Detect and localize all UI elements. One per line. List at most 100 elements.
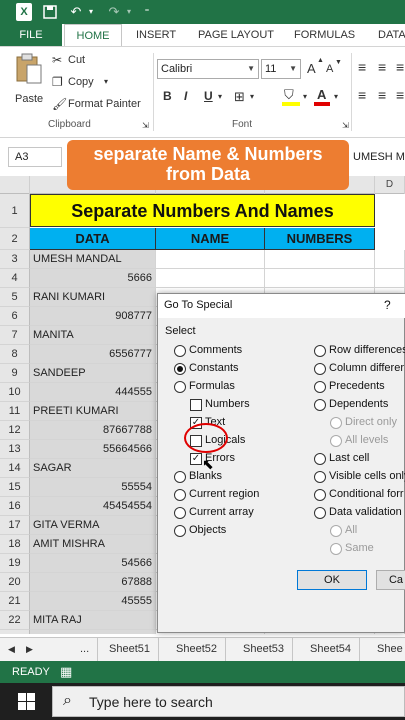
underline-button[interactable]: U [204, 89, 213, 103]
font-name-combo[interactable]: Calibri ▼ [157, 59, 259, 79]
sheet-title-cell[interactable]: Separate Numbers And Names [30, 194, 375, 227]
borders-dropdown-icon[interactable]: ▾ [250, 92, 254, 101]
align-center-icon[interactable]: ≡ [378, 87, 386, 103]
tab-formulas[interactable]: FORMULAS [288, 24, 361, 46]
radio-comments[interactable] [174, 345, 186, 357]
save-icon[interactable] [42, 3, 58, 21]
data-cell[interactable]: 67888 [30, 573, 156, 592]
checkbox-errors[interactable]: ✓ [190, 453, 202, 465]
borders-icon[interactable]: ⊞ [234, 89, 245, 105]
paste-button[interactable]: Paste [10, 53, 48, 111]
customize-toolbar-icon[interactable]: ⁼ [142, 3, 152, 21]
data-cell[interactable]: PREETI KUMARI [30, 402, 156, 421]
data-cell[interactable]: MANITA [30, 326, 156, 345]
redo-dropdown-icon[interactable]: ▾ [124, 3, 134, 21]
align-right-icon[interactable]: ≡ [396, 87, 404, 103]
format-painter-button[interactable]: 🖌 Format Painter [52, 97, 152, 115]
tab-data[interactable]: DATA [372, 24, 405, 46]
clipboard-launcher-icon[interactable]: ⇲ [142, 121, 149, 130]
row-header[interactable]: 16 [0, 497, 30, 516]
row-header[interactable]: 22 [0, 611, 30, 630]
row-header[interactable]: 4 [0, 269, 30, 288]
data-cell[interactable]: RANI KUMARI [30, 288, 156, 307]
radio-column-differer[interactable] [314, 363, 326, 375]
row-header[interactable]: 12 [0, 421, 30, 440]
font-size-combo[interactable]: 11 ▼ [261, 59, 301, 79]
align-left-icon[interactable]: ≡ [358, 87, 366, 103]
data-cell[interactable]: UMESH MANDAL [30, 250, 156, 269]
row-header[interactable]: 23 [0, 630, 30, 634]
sheet-tab-next[interactable]: Shee [369, 638, 405, 661]
italic-button[interactable]: I [184, 89, 187, 103]
data-cell[interactable]: 55554 [30, 478, 156, 497]
macro-record-icon[interactable]: ▦ [60, 661, 72, 683]
align-top-icon[interactable]: ≡ [358, 59, 366, 75]
formula-input[interactable]: UMESH M [348, 147, 405, 167]
data-cell[interactable]: 908777 [30, 307, 156, 326]
data-cell[interactable]: 6556777 [30, 345, 156, 364]
select-all-corner[interactable] [0, 176, 30, 194]
help-button[interactable]: ? [384, 298, 391, 312]
header-cell-name[interactable]: NAME [156, 228, 265, 250]
row-header[interactable]: 8 [0, 345, 30, 364]
numbers-cell[interactable] [265, 269, 375, 288]
row-header[interactable]: 14 [0, 459, 30, 478]
row-header[interactable]: 15 [0, 478, 30, 497]
undo-dropdown-icon[interactable]: ▾ [86, 3, 96, 21]
empty-cell[interactable] [375, 269, 405, 288]
cut-button[interactable]: ✂ Cut [52, 53, 152, 71]
name-cell[interactable] [156, 269, 265, 288]
radio-last-cell[interactable] [314, 453, 326, 465]
name-box[interactable]: A3 [8, 147, 62, 167]
sheet-tab-sheet53[interactable]: Sheet53 [235, 638, 293, 661]
copy-button[interactable]: ❐ Copy ▾ [52, 75, 152, 93]
row-header[interactable]: 20 [0, 573, 30, 592]
empty-cell[interactable] [375, 250, 405, 269]
radio-precedents[interactable] [314, 381, 326, 393]
header-cell-numbers[interactable]: NUMBERS [265, 228, 375, 250]
row-header[interactable]: 18 [0, 535, 30, 554]
row-header[interactable]: 5 [0, 288, 30, 307]
fill-color-button[interactable]: ⛉ [282, 87, 302, 107]
data-cell[interactable]: MITA RAJ [30, 611, 156, 630]
radio-blanks[interactable] [174, 471, 186, 483]
data-cell[interactable]: 87667788 [30, 421, 156, 440]
grow-font-button[interactable]: A [307, 61, 316, 76]
row-header[interactable]: 10 [0, 383, 30, 402]
scroll-right-icon[interactable]: ▶ [18, 638, 41, 661]
data-cell[interactable]: 54566 [30, 554, 156, 573]
row-header[interactable]: 19 [0, 554, 30, 573]
row-header[interactable]: 7 [0, 326, 30, 345]
radio-constants[interactable] [174, 363, 186, 375]
tab-home[interactable]: HOME [64, 24, 122, 46]
undo-icon[interactable]: ↶ [68, 3, 84, 21]
checkbox-numbers[interactable] [190, 399, 202, 411]
ok-button[interactable]: OK [297, 570, 367, 590]
font-color-button[interactable]: A [314, 87, 332, 107]
radio-current-array[interactable] [174, 507, 186, 519]
cancel-button[interactable]: Ca [376, 570, 405, 590]
row-header[interactable]: 13 [0, 440, 30, 459]
column-header-d[interactable]: D [375, 176, 405, 194]
font-launcher-icon[interactable]: ⇲ [342, 121, 349, 130]
header-cell-data[interactable]: DATA [30, 228, 156, 250]
data-cell[interactable]: AJIT [30, 630, 156, 634]
data-cell[interactable]: 5666 [30, 269, 156, 288]
radio-objects[interactable] [174, 525, 186, 537]
fill-dropdown-icon[interactable]: ▾ [303, 92, 307, 101]
redo-icon[interactable]: ↷ [106, 3, 122, 21]
row-header[interactable]: 3 [0, 250, 30, 269]
windows-start-icon[interactable] [18, 693, 35, 710]
radio-data-validation[interactable] [314, 507, 326, 519]
row-header[interactable]: 6 [0, 307, 30, 326]
data-cell[interactable]: GITA VERMA [30, 516, 156, 535]
data-cell[interactable]: 45454554 [30, 497, 156, 516]
underline-dropdown-icon[interactable]: ▾ [218, 92, 222, 101]
row-header[interactable]: 17 [0, 516, 30, 535]
tab-file[interactable]: FILE [0, 24, 62, 46]
radio-visible-cells-only[interactable] [314, 471, 326, 483]
numbers-cell[interactable] [265, 250, 375, 269]
sheet-tab-sheet52[interactable]: Sheet52 [168, 638, 226, 661]
row-header[interactable]: 21 [0, 592, 30, 611]
bold-button[interactable]: B [163, 89, 172, 103]
